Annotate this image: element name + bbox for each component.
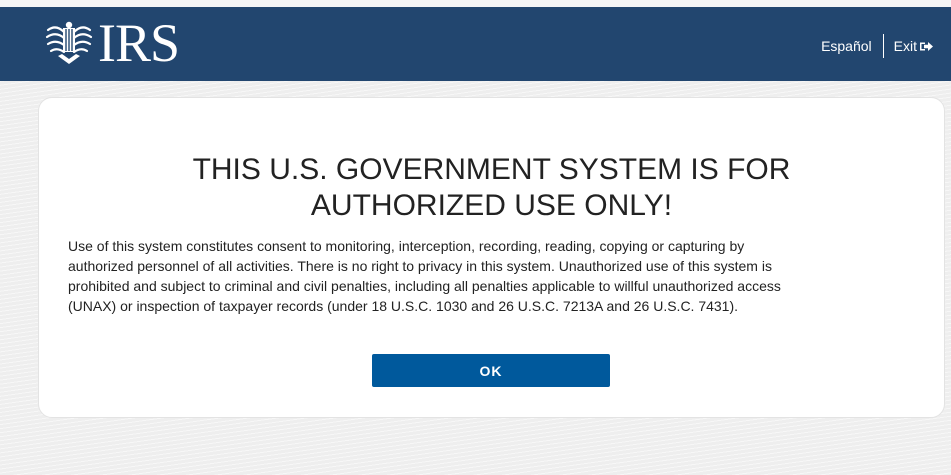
ok-button[interactable]: OK xyxy=(372,354,610,387)
irs-wordmark: IRS xyxy=(98,13,180,73)
header-links: Español Exit xyxy=(821,34,933,58)
site-header: IRS Español Exit xyxy=(0,7,951,81)
top-strip xyxy=(0,0,951,7)
espanol-link[interactable]: Español xyxy=(821,38,872,54)
dialog-title-line: THIS U.S. GOVERNMENT SYSTEM IS FOR xyxy=(192,153,791,186)
warning-text-line: prohibited and subject to criminal and c… xyxy=(68,278,781,294)
header-link-divider xyxy=(882,34,884,58)
dialog-title-line: AUTHORIZED USE ONLY! xyxy=(310,189,673,222)
sign-out-icon xyxy=(920,41,933,51)
exit-link-label[interactable]: Exit xyxy=(894,38,917,54)
warning-text: Use of this system constitutes consent t… xyxy=(68,236,908,316)
warning-text-line: authorized personnel of all activities. … xyxy=(68,258,772,274)
warning-text-line: Use of this system constitutes consent t… xyxy=(68,238,745,254)
irs-logo[interactable]: IRS xyxy=(44,13,180,73)
warning-text-line: (UNAX) or inspection of taxpayer records… xyxy=(68,298,739,314)
irs-eagle-icon xyxy=(45,21,93,64)
authorized-use-dialog: THIS U.S. GOVERNMENT SYSTEM IS FOR AUTHO… xyxy=(38,97,945,418)
exit-link[interactable]: Exit xyxy=(894,38,933,54)
dialog-title: THIS U.S. GOVERNMENT SYSTEM IS FOR AUTHO… xyxy=(39,152,944,224)
